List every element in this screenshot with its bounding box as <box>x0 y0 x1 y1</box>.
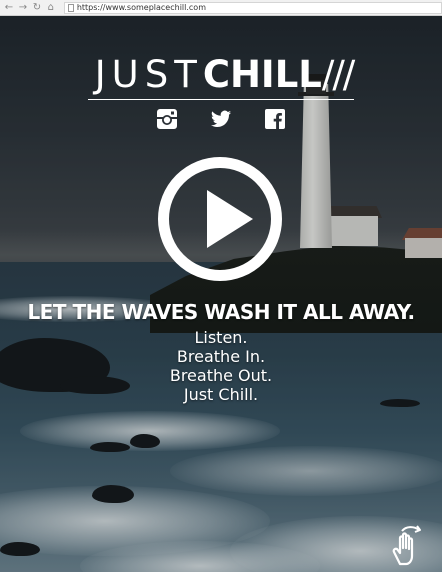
home-icon[interactable]: ⌂ <box>46 1 56 15</box>
tagline: LET THE WAVES WASH IT ALL AWAY. <box>27 300 415 324</box>
hero-background: JUSTCHILL/// LET THE WAVES WASH IT ALL A… <box>0 16 442 572</box>
social-links <box>156 108 286 132</box>
brand-logo[interactable]: JUSTCHILL/// <box>84 53 364 96</box>
back-arrow-icon[interactable]: ← <box>4 1 14 15</box>
mantra-lines: Listen. Breathe In. Breathe Out. Just Ch… <box>0 328 442 404</box>
brand-word-chill: CHILL <box>202 53 322 96</box>
brand-word-just: JUST <box>94 53 203 96</box>
browser-toolbar: ← → ↻ ⌂ https://www.someplacechill.com <box>0 0 442 16</box>
address-bar[interactable]: https://www.someplacechill.com <box>63 1 442 14</box>
reload-icon[interactable]: ↻ <box>32 1 42 15</box>
twitter-icon[interactable] <box>210 108 232 130</box>
mantra-line: Breathe In. <box>176 347 266 366</box>
url-text: https://www.someplacechill.com <box>76 3 206 12</box>
facebook-icon[interactable] <box>264 108 286 130</box>
mantra-line: Breathe Out. <box>169 366 273 385</box>
play-icon <box>207 190 253 248</box>
instagram-icon[interactable] <box>156 108 178 130</box>
play-button[interactable] <box>158 157 282 281</box>
page-icon <box>67 3 74 12</box>
brand-slashes: /// <box>321 53 355 96</box>
swipe-hand-icon[interactable] <box>386 524 426 570</box>
divider <box>88 99 354 100</box>
mantra-line: Listen. <box>194 328 248 347</box>
forward-arrow-icon[interactable]: → <box>18 1 28 15</box>
mantra-line: Just Chill. <box>183 385 259 404</box>
